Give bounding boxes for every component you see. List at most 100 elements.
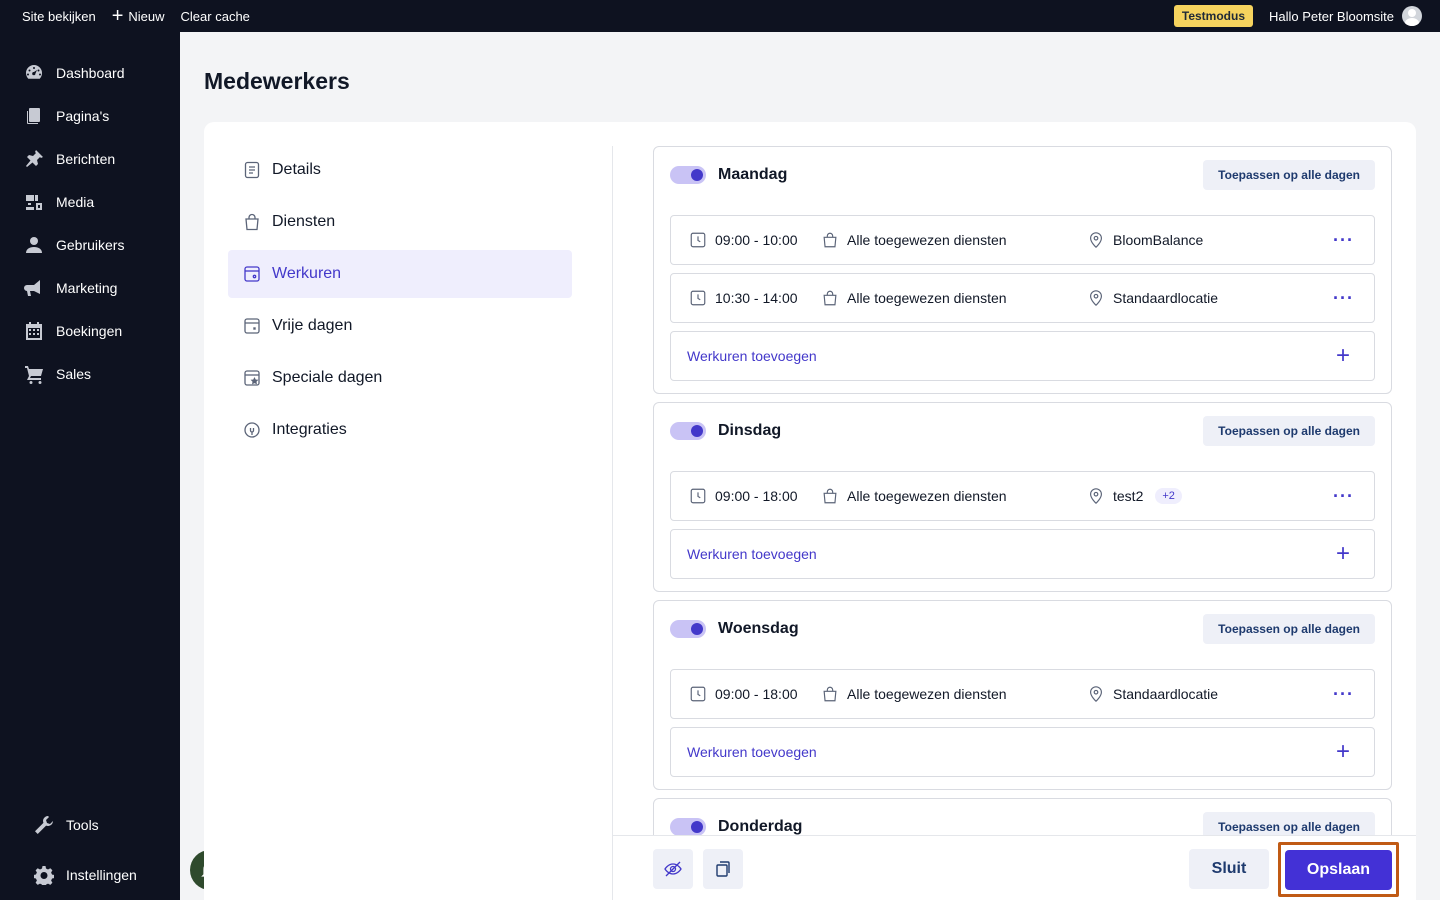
sidebar-item-sales[interactable]: Sales bbox=[0, 352, 180, 395]
add-working-hours-button[interactable]: Werkuren toevoegen + bbox=[670, 529, 1375, 579]
save-button[interactable]: Opslaan bbox=[1285, 849, 1392, 890]
toggle-visibility-button[interactable] bbox=[653, 849, 693, 889]
slot-location: BloomBalance bbox=[1113, 232, 1204, 248]
document-icon bbox=[244, 161, 260, 179]
add-working-hours-label: Werkuren toevoegen bbox=[687, 546, 817, 562]
sidebar-item-media[interactable]: Media bbox=[0, 180, 180, 223]
slot-time: 09:00 - 10:00 bbox=[715, 232, 798, 248]
vertical-divider bbox=[612, 146, 613, 900]
sidebar-item-settings[interactable]: Instellingen bbox=[0, 850, 180, 900]
new-menu[interactable]: + Nieuw bbox=[104, 0, 173, 32]
sidebar-item-bookings[interactable]: Boekingen bbox=[0, 309, 180, 352]
sidebar-item-label: Dashboard bbox=[56, 64, 125, 81]
apply-to-all-days-button[interactable]: Toepassen op alle dagen bbox=[1203, 416, 1375, 446]
bag-icon bbox=[823, 290, 837, 306]
sidebar-item-tools[interactable]: Tools bbox=[0, 800, 180, 850]
extra-locations-badge[interactable]: +2 bbox=[1155, 488, 1182, 504]
location-icon bbox=[1090, 686, 1102, 702]
sidebar-item-users[interactable]: Gebruikers bbox=[0, 223, 180, 266]
admin-sidebar: Dashboard Pagina's Berichten Media Gebru… bbox=[0, 32, 180, 900]
sidebar-item-posts[interactable]: Berichten bbox=[0, 137, 180, 180]
day-toggle[interactable] bbox=[670, 620, 706, 638]
sidebar-item-label: Boekingen bbox=[56, 322, 123, 339]
plus-icon: + bbox=[111, 5, 124, 27]
add-working-hours-button[interactable]: Werkuren toevoegen + bbox=[670, 727, 1375, 777]
tab-working-hours[interactable]: Werkuren bbox=[228, 250, 572, 298]
day-name: Woensdag bbox=[718, 620, 799, 637]
megaphone-icon bbox=[24, 279, 40, 296]
slot-location: Standaardlocatie bbox=[1113, 686, 1219, 702]
clock-icon bbox=[690, 290, 706, 306]
more-options-icon[interactable]: ··· bbox=[1333, 231, 1354, 249]
bag-icon bbox=[823, 488, 837, 504]
sidebar-item-label: Instellingen bbox=[66, 867, 137, 883]
time-slot-row[interactable]: 10:30 - 14:00 Alle toegewezen diensten S… bbox=[670, 273, 1375, 323]
tab-label: Vrije dagen bbox=[272, 317, 353, 334]
wrench-icon bbox=[35, 816, 53, 834]
sidebar-item-label: Marketing bbox=[56, 279, 118, 296]
more-options-icon[interactable]: ··· bbox=[1333, 685, 1354, 703]
integration-icon bbox=[244, 422, 260, 438]
bag-icon bbox=[823, 686, 837, 702]
location-icon bbox=[1090, 488, 1102, 504]
add-working-hours-button[interactable]: Werkuren toevoegen + bbox=[670, 331, 1375, 381]
pages-icon bbox=[27, 107, 40, 124]
slot-time: 09:00 - 18:00 bbox=[715, 488, 798, 504]
tab-days-off[interactable]: Vrije dagen bbox=[228, 302, 572, 350]
eye-off-icon bbox=[664, 861, 682, 877]
plus-icon: + bbox=[1335, 342, 1350, 369]
page-title: Medewerkers bbox=[204, 68, 350, 94]
tab-label: Werkuren bbox=[272, 265, 342, 282]
clear-cache-label: Clear cache bbox=[180, 8, 250, 24]
tab-services[interactable]: Diensten bbox=[228, 198, 572, 246]
day-toggle[interactable] bbox=[670, 422, 706, 440]
dashboard-icon bbox=[26, 64, 43, 79]
sidebar-item-dashboard[interactable]: Dashboard bbox=[0, 51, 180, 94]
day-toggle[interactable] bbox=[670, 166, 706, 184]
tab-label: Diensten bbox=[272, 213, 336, 230]
tab-integrations[interactable]: Integraties bbox=[228, 406, 572, 454]
time-slot-row[interactable]: 09:00 - 18:00 Alle toegewezen diensten t… bbox=[670, 471, 1375, 521]
location-icon bbox=[1090, 290, 1102, 306]
slot-services: Alle toegewezen diensten bbox=[847, 290, 1007, 306]
day-panel-monday: Maandag Toepassen op alle dagen 09:00 - … bbox=[653, 146, 1392, 394]
day-panel-wednesday: Woensdag Toepassen op alle dagen 09:00 -… bbox=[653, 600, 1392, 790]
time-slot-row[interactable]: 09:00 - 18:00 Alle toegewezen diensten S… bbox=[670, 669, 1375, 719]
test-mode-badge[interactable]: Testmodus bbox=[1173, 5, 1253, 27]
view-site-link[interactable]: Site bekijken bbox=[0, 0, 104, 32]
user-menu[interactable]: Hallo Peter Bloomsite bbox=[1269, 6, 1422, 26]
time-slot-row[interactable]: 09:00 - 10:00 Alle toegewezen diensten B… bbox=[670, 215, 1375, 265]
tab-label: Details bbox=[272, 161, 321, 178]
calendar-x-icon bbox=[244, 318, 260, 334]
sidebar-item-label: Gebruikers bbox=[56, 236, 125, 253]
cart-icon bbox=[25, 365, 43, 384]
more-options-icon[interactable]: ··· bbox=[1333, 487, 1354, 505]
apply-to-all-days-button[interactable]: Toepassen op alle dagen bbox=[1203, 160, 1375, 190]
day-toggle[interactable] bbox=[670, 818, 706, 835]
form-action-bar: Sluit Opslaan bbox=[613, 835, 1416, 900]
slot-location: test2 bbox=[1113, 488, 1144, 504]
slot-services: Alle toegewezen diensten bbox=[847, 232, 1007, 248]
calendar-star-icon bbox=[244, 370, 260, 386]
slot-location: Standaardlocatie bbox=[1113, 290, 1219, 306]
day-name: Dinsdag bbox=[718, 422, 782, 439]
pin-icon bbox=[26, 149, 43, 167]
close-button[interactable]: Sluit bbox=[1189, 849, 1269, 889]
clear-cache-link[interactable]: Clear cache bbox=[173, 0, 258, 32]
more-options-icon[interactable]: ··· bbox=[1333, 289, 1354, 307]
calendar-icon bbox=[26, 321, 42, 340]
slot-time: 10:30 - 14:00 bbox=[715, 290, 798, 306]
sidebar-item-pages[interactable]: Pagina's bbox=[0, 94, 180, 137]
clock-icon bbox=[690, 232, 706, 248]
apply-to-all-days-button[interactable]: Toepassen op alle dagen bbox=[1203, 812, 1375, 835]
day-panel-tuesday: Dinsdag Toepassen op alle dagen 09:00 - … bbox=[653, 402, 1392, 592]
add-working-hours-label: Werkuren toevoegen bbox=[687, 348, 817, 364]
tab-special-days[interactable]: Speciale dagen bbox=[228, 354, 572, 402]
slot-time: 09:00 - 18:00 bbox=[715, 686, 798, 702]
apply-to-all-days-button[interactable]: Toepassen op alle dagen bbox=[1203, 614, 1375, 644]
duplicate-button[interactable] bbox=[703, 849, 743, 889]
sidebar-item-label: Berichten bbox=[56, 150, 116, 167]
tab-details[interactable]: Details bbox=[228, 146, 572, 194]
sidebar-item-marketing[interactable]: Marketing bbox=[0, 266, 180, 309]
save-button-highlight: Opslaan bbox=[1278, 842, 1399, 897]
